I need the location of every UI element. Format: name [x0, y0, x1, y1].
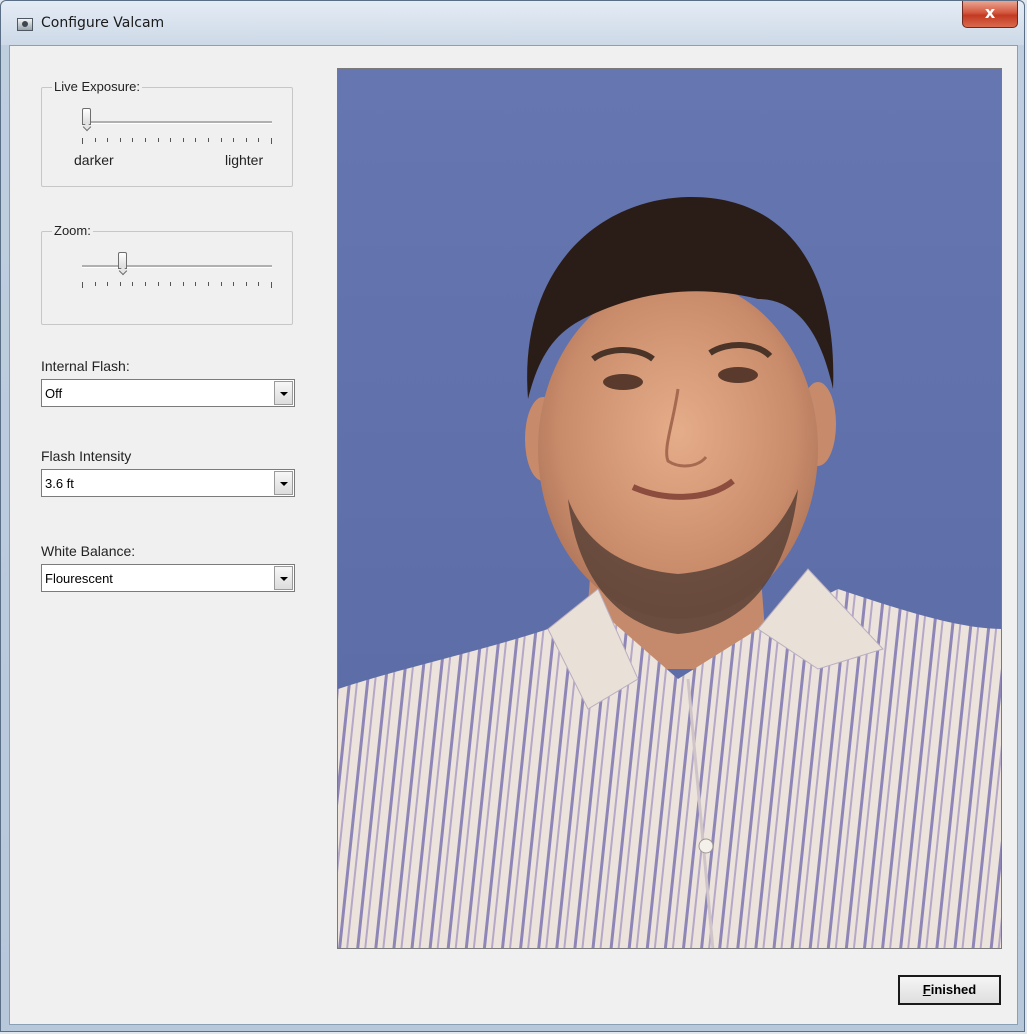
camera-preview — [337, 68, 1002, 949]
slider-tick — [107, 282, 108, 286]
zoom-ticks — [82, 282, 272, 288]
slider-tick — [233, 282, 234, 286]
slider-tick — [271, 282, 272, 288]
lighter-caption: lighter — [225, 152, 264, 168]
live-exposure-group: Live Exposure: darker lighter — [41, 79, 293, 187]
person-portrait-image — [338, 69, 1001, 948]
flash-intensity-value: 3.6 ft — [45, 476, 74, 491]
slider-tick — [107, 138, 108, 142]
slider-tick — [221, 138, 222, 142]
slider-tick — [82, 282, 83, 288]
internal-flash-select[interactable]: Off — [41, 379, 295, 407]
slider-tick — [120, 282, 121, 286]
live-exposure-track — [82, 121, 272, 124]
window-title: Configure Valcam — [41, 15, 165, 31]
internal-flash-label: Internal Flash: — [41, 358, 130, 374]
configure-valcam-window: Configure Valcam x Live Exposure: darker… — [0, 0, 1025, 1032]
flash-intensity-select[interactable]: 3.6 ft — [41, 469, 295, 497]
slider-tick — [195, 138, 196, 142]
finished-accelerator: F — [922, 982, 931, 997]
slider-tick — [208, 138, 209, 142]
slider-tick — [145, 282, 146, 286]
slider-tick — [82, 138, 83, 144]
slider-tick — [132, 138, 133, 142]
slider-tick — [233, 138, 234, 142]
internal-flash-value: Off — [45, 386, 63, 401]
zoom-group: Zoom: — [41, 223, 293, 325]
slider-tick — [258, 138, 259, 142]
slider-tick — [158, 138, 159, 142]
slider-tick — [208, 282, 209, 286]
slider-tick — [183, 138, 184, 142]
slider-tick — [158, 282, 159, 286]
chevron-down-icon[interactable] — [274, 471, 293, 495]
chevron-down-icon[interactable] — [274, 566, 293, 590]
slider-tick — [246, 282, 247, 286]
chevron-down-icon[interactable] — [274, 381, 293, 405]
zoom-label: Zoom: — [52, 223, 93, 238]
slider-tick — [246, 138, 247, 142]
finished-label: inished — [930, 982, 977, 997]
zoom-slider-thumb[interactable] — [118, 252, 127, 269]
live-exposure-label: Live Exposure: — [52, 79, 142, 94]
flash-intensity-label: Flash Intensity — [41, 448, 132, 464]
slider-tick — [132, 282, 133, 286]
slider-tick — [195, 282, 196, 286]
white-balance-label: White Balance: — [41, 543, 136, 559]
slider-tick — [170, 138, 171, 142]
slider-tick — [258, 282, 259, 286]
darker-caption: darker — [74, 152, 114, 168]
slider-tick — [221, 282, 222, 286]
close-button[interactable]: x — [962, 1, 1018, 28]
slider-tick — [95, 282, 96, 286]
slider-tick — [95, 138, 96, 142]
live-exposure-ticks — [82, 138, 272, 144]
zoom-track — [82, 265, 272, 268]
finished-button[interactable]: Finished — [898, 975, 1001, 1005]
slider-tick — [271, 138, 272, 144]
slider-tick — [120, 138, 121, 142]
slider-tick — [170, 282, 171, 286]
slider-tick — [145, 138, 146, 142]
live-exposure-slider-thumb[interactable] — [82, 108, 91, 125]
camera-icon — [17, 18, 33, 31]
slider-tick — [183, 282, 184, 286]
dialog-client-area: Live Exposure: darker lighter Zoom: Inte… — [9, 45, 1018, 1025]
white-balance-value: Flourescent — [45, 571, 113, 586]
title-bar[interactable]: Configure Valcam x — [1, 1, 1024, 45]
white-balance-select[interactable]: Flourescent — [41, 564, 295, 592]
